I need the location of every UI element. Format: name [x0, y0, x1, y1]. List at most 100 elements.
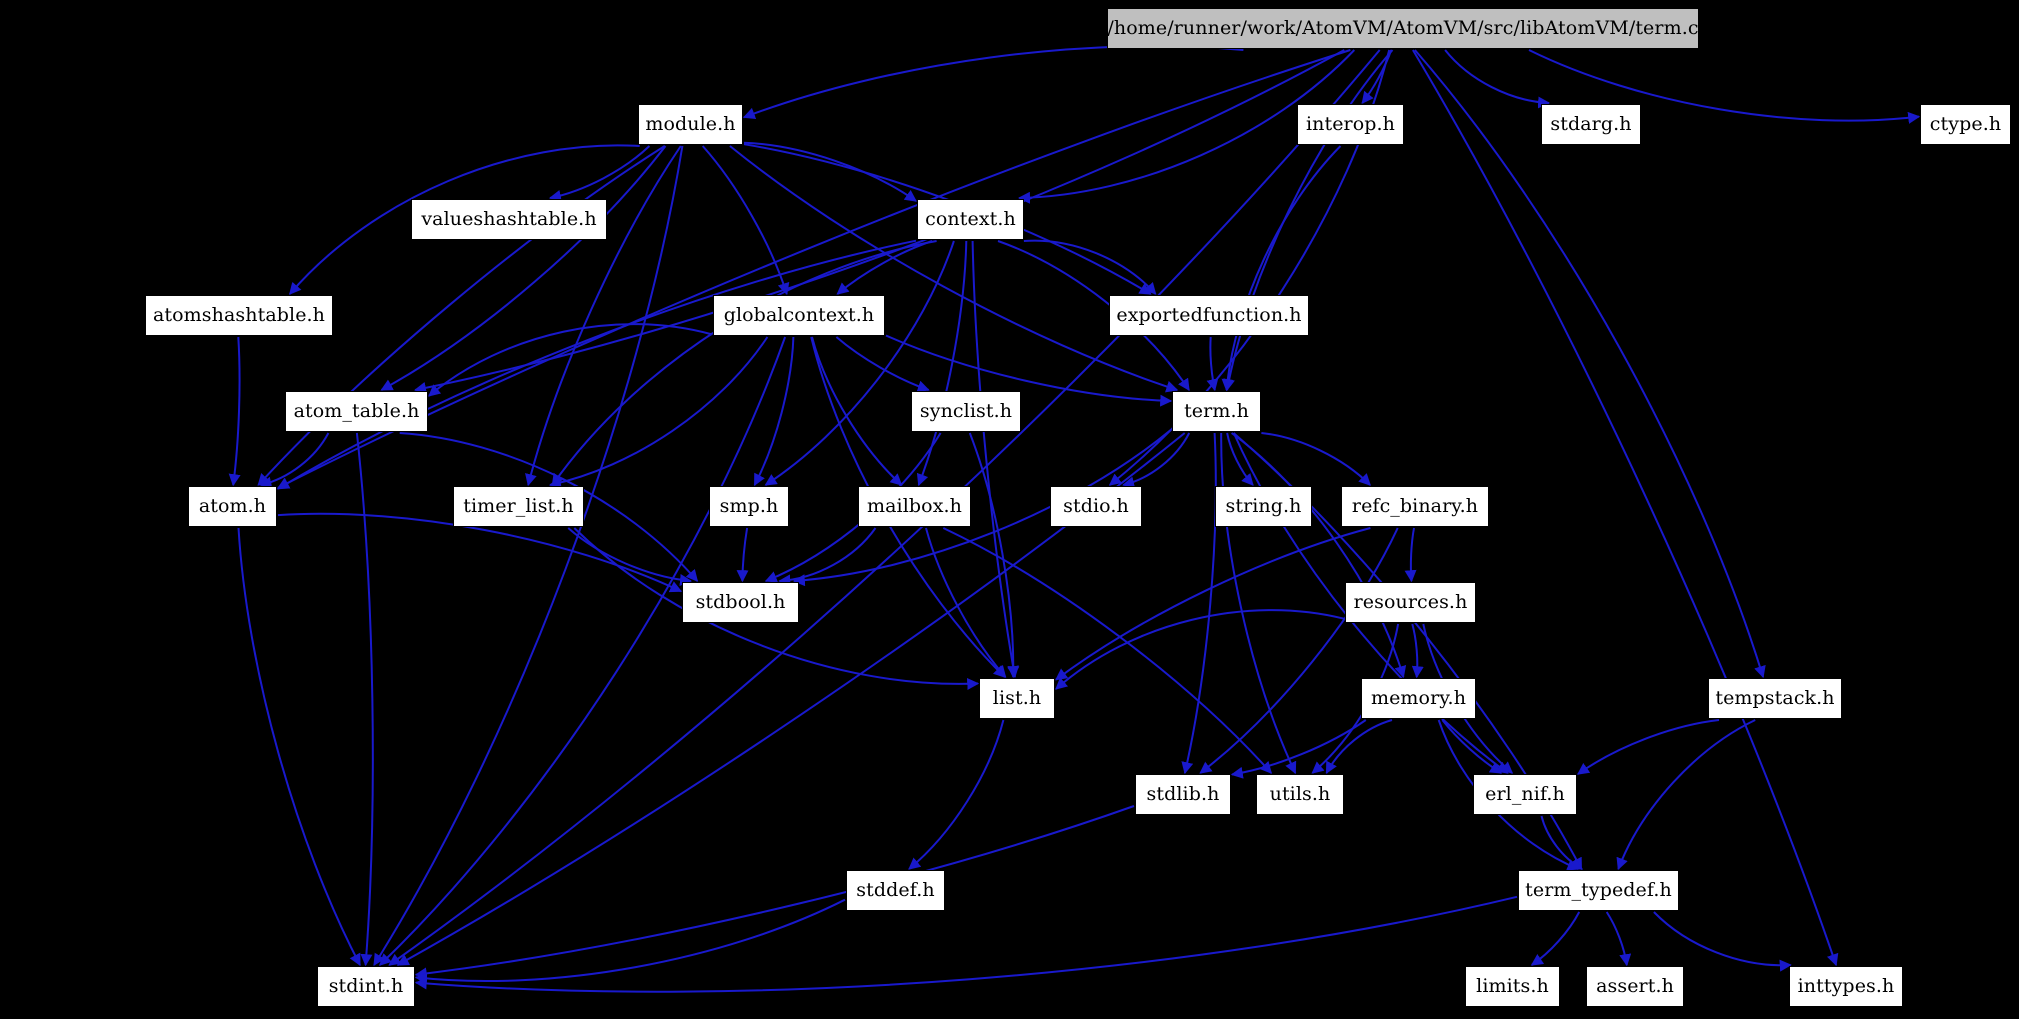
- graph-edge-refc_binary-to-stdlib: [1199, 527, 1399, 774]
- graph-node-label: stdio.h: [1063, 495, 1129, 517]
- graph-node-label: mailbox.h: [867, 495, 962, 517]
- graph-node-label: tempstack.h: [1715, 687, 1835, 709]
- graph-edge-atom_table-to-stdint: [355, 432, 374, 967]
- graph-node-label: string.h: [1225, 495, 1302, 517]
- graph-edge-term-to-refc_binary: [1261, 432, 1371, 486]
- graph-edge-module-to-context: [743, 141, 917, 202]
- graph-node-string[interactable]: string.h: [1215, 486, 1312, 527]
- graph-node-resources[interactable]: resources.h: [1345, 582, 1476, 623]
- graph-node-utils[interactable]: utils.h: [1256, 774, 1344, 815]
- graph-node-valueshashtable[interactable]: valueshashtable.h: [411, 199, 607, 240]
- graph-edge-term-to-stdlib: [1181, 432, 1217, 775]
- graph-node-inttypes[interactable]: inttypes.h: [1789, 966, 1903, 1007]
- graph-edge-interop-to-term: [1221, 145, 1342, 392]
- graph-node-label: smp.h: [719, 495, 779, 517]
- graph-edge-globalcontext-to-smp: [753, 336, 795, 487]
- graph-node-term[interactable]: term.h: [1172, 391, 1261, 432]
- graph-node-label: list.h: [992, 687, 1042, 709]
- graph-node-stdlib[interactable]: stdlib.h: [1135, 774, 1231, 815]
- graph-edge-list-to-stddef: [908, 719, 1005, 870]
- graph-node-erl_nif[interactable]: erl_nif.h: [1473, 774, 1577, 815]
- graph-edge-mailbox-to-stdbool: [778, 527, 877, 587]
- graph-node-label: refc_binary.h: [1351, 495, 1479, 517]
- graph-edge-termc-to-term: [1223, 49, 1394, 392]
- graph-edge-term_typedef-to-stdint: [414, 895, 1518, 993]
- graph-edge-term_typedef-to-inttypes: [1653, 911, 1792, 972]
- graph-node-label: exportedfunction.h: [1116, 304, 1302, 326]
- graph-node-ctype[interactable]: ctype.h: [1920, 104, 2011, 145]
- graph-edge-globalcontext-to-timer_list: [548, 336, 769, 489]
- graph-node-interop[interactable]: interop.h: [1297, 104, 1404, 145]
- graph-node-term_typedef[interactable]: term_typedef.h: [1518, 870, 1679, 911]
- graph-node-tempstack[interactable]: tempstack.h: [1708, 678, 1842, 719]
- graph-node-label: ctype.h: [1929, 113, 2002, 135]
- graph-edge-module-to-stdint: [373, 145, 684, 967]
- graph-node-label: timer_list.h: [463, 495, 574, 517]
- graph-node-label: utils.h: [1269, 783, 1331, 805]
- graph-edge-smp-to-stdbool: [736, 527, 749, 583]
- graph-edge-atomshashtable-to-atom: [228, 336, 241, 487]
- graph-edge-atom-to-stdint: [237, 527, 361, 967]
- graph-node-memory[interactable]: memory.h: [1361, 678, 1476, 719]
- graph-node-label: stddef.h: [856, 879, 935, 901]
- graph-edge-mailbox-to-list: [925, 527, 1007, 678]
- graph-node-smp[interactable]: smp.h: [709, 486, 789, 527]
- include-dependency-graph: /home/runner/work/AtomVM/AtomVM/src/libA…: [0, 0, 2019, 1019]
- graph-edge-termc-to-module: [742, 45, 1244, 120]
- graph-node-synclist[interactable]: synclist.h: [911, 391, 1021, 432]
- graph-node-stdarg[interactable]: stdarg.h: [1541, 104, 1641, 145]
- graph-edge-mailbox-to-utils: [942, 527, 1273, 774]
- graph-edge-synclist-to-list: [968, 432, 1020, 679]
- graph-node-label: memory.h: [1370, 687, 1467, 709]
- graph-edges-layer: [228, 45, 1921, 993]
- graph-node-termc[interactable]: /home/runner/work/AtomVM/AtomVM/src/libA…: [1107, 8, 1699, 49]
- graph-edge-term_typedef-to-limits: [1530, 911, 1581, 966]
- graph-node-label: context.h: [925, 208, 1016, 230]
- graph-node-label: module.h: [645, 113, 736, 135]
- graph-edge-atom_table-to-atom: [259, 432, 330, 489]
- graph-node-label: stdlib.h: [1146, 783, 1220, 805]
- graph-node-atomshashtable[interactable]: atomshashtable.h: [145, 295, 333, 336]
- graph-edge-term_typedef-to-assert: [1605, 911, 1632, 967]
- graph-node-globalcontext[interactable]: globalcontext.h: [713, 295, 885, 336]
- graph-node-label: term.h: [1184, 400, 1249, 422]
- graph-node-stdio[interactable]: stdio.h: [1050, 486, 1142, 527]
- graph-node-atom_table[interactable]: atom_table.h: [285, 391, 428, 432]
- graph-node-label: atom.h: [198, 495, 267, 517]
- graph-node-atom[interactable]: atom.h: [188, 486, 277, 527]
- graph-node-stdbool[interactable]: stdbool.h: [682, 582, 799, 623]
- graph-node-label: resources.h: [1353, 591, 1468, 613]
- graph-node-label: limits.h: [1476, 975, 1549, 997]
- graph-edge-refc_binary-to-resources: [1404, 527, 1417, 583]
- graph-node-mailbox[interactable]: mailbox.h: [858, 486, 971, 527]
- graph-node-list[interactable]: list.h: [979, 678, 1055, 719]
- graph-node-label: stdbool.h: [695, 591, 786, 613]
- graph-node-module[interactable]: module.h: [638, 104, 743, 145]
- graph-node-label: interop.h: [1305, 113, 1396, 135]
- graph-node-assert[interactable]: assert.h: [1586, 966, 1684, 1007]
- graph-node-stdint[interactable]: stdint.h: [317, 966, 415, 1007]
- graph-edge-globalcontext-to-stdint: [379, 336, 787, 966]
- graph-node-label: stdint.h: [328, 975, 404, 997]
- graph-node-context[interactable]: context.h: [917, 199, 1024, 240]
- graph-edge-term-to-string: [1226, 432, 1254, 486]
- graph-node-label: atomshashtable.h: [152, 304, 326, 326]
- graph-edge-exportedfunction-to-term: [1206, 336, 1219, 392]
- graph-node-label: erl_nif.h: [1485, 783, 1565, 805]
- graph-edge-termc-to-stdarg: [1444, 49, 1551, 109]
- graph-node-stddef[interactable]: stddef.h: [846, 870, 945, 911]
- graph-node-timer_list[interactable]: timer_list.h: [453, 486, 584, 527]
- graph-node-refc_binary[interactable]: refc_binary.h: [1341, 486, 1489, 527]
- graph-edge-context-to-timer_list: [551, 240, 937, 486]
- graph-edge-resources-to-memory: [1411, 623, 1424, 679]
- graph-node-limits[interactable]: limits.h: [1465, 966, 1560, 1007]
- graph-node-label: synclist.h: [919, 400, 1013, 422]
- graph-edge-module-to-atom_table: [380, 145, 667, 391]
- graph-node-label: /home/runner/work/AtomVM/AtomVM/src/libA…: [1107, 17, 1699, 39]
- graph-node-label: valueshashtable.h: [421, 208, 597, 230]
- graph-edge-tempstack-to-erl_nif: [1577, 719, 1720, 775]
- graph-edge-stdlib-to-stdint: [414, 805, 1135, 980]
- graph-node-label: stdarg.h: [1550, 113, 1632, 135]
- graph-edge-term-to-memory: [1231, 432, 1407, 679]
- graph-node-exportedfunction[interactable]: exportedfunction.h: [1109, 295, 1309, 336]
